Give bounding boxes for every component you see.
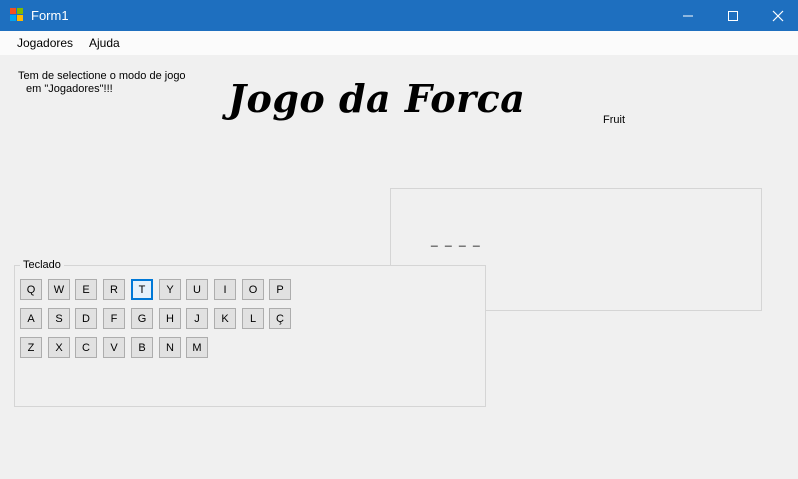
key-button[interactable]: W <box>48 279 70 300</box>
key-button[interactable]: V <box>103 337 125 358</box>
minimize-button[interactable] <box>665 0 711 31</box>
key-button[interactable]: U <box>186 279 208 300</box>
key-button[interactable]: D <box>75 308 97 329</box>
key-button[interactable]: N <box>159 337 181 358</box>
keyboard-label: Teclado <box>20 259 64 271</box>
status-line-1: Tem de selectione o modo de jogo <box>18 70 186 82</box>
key-button[interactable]: X <box>48 337 70 358</box>
status-message: Tem de selectione o modo de jogo em "Jog… <box>18 70 218 96</box>
menu-ajuda[interactable]: Ajuda <box>89 36 120 50</box>
menu-bar: Jogadores Ajuda <box>0 31 798 55</box>
key-button[interactable]: E <box>75 279 97 300</box>
key-button[interactable]: Z <box>20 337 42 358</box>
key-button[interactable]: Q <box>20 279 42 300</box>
key-button[interactable]: C <box>75 337 97 358</box>
key-button[interactable]: T <box>131 279 153 300</box>
key-button[interactable]: L <box>242 308 264 329</box>
key-button[interactable]: P <box>269 279 291 300</box>
key-button[interactable]: I <box>214 279 236 300</box>
close-icon <box>772 10 784 21</box>
maximize-icon <box>728 10 738 21</box>
key-button[interactable]: R <box>103 279 125 300</box>
key-button[interactable]: M <box>186 337 208 358</box>
key-button[interactable]: Ç <box>269 308 291 329</box>
category-label: Fruit <box>603 114 625 126</box>
key-button[interactable]: H <box>159 308 181 329</box>
window-title: Form1 <box>31 8 69 23</box>
key-button[interactable]: G <box>131 308 153 329</box>
game-title: Jogo da Forca <box>228 76 526 121</box>
minimize-icon <box>683 15 693 16</box>
word-mask: _ _ _ _ <box>431 233 482 247</box>
app-icon <box>10 8 24 22</box>
title-bar[interactable]: Form1 <box>0 0 798 31</box>
maximize-button[interactable] <box>710 0 756 31</box>
status-line-2: em "Jogadores"!!! <box>26 83 113 95</box>
key-button[interactable]: O <box>242 279 264 300</box>
menu-jogadores[interactable]: Jogadores <box>17 36 73 50</box>
key-button[interactable]: A <box>20 308 42 329</box>
key-button[interactable]: F <box>103 308 125 329</box>
key-button[interactable]: Y <box>159 279 181 300</box>
key-button[interactable]: S <box>48 308 70 329</box>
close-button[interactable] <box>755 0 798 31</box>
key-button[interactable]: B <box>131 337 153 358</box>
key-button[interactable]: J <box>186 308 208 329</box>
key-button[interactable]: K <box>214 308 236 329</box>
